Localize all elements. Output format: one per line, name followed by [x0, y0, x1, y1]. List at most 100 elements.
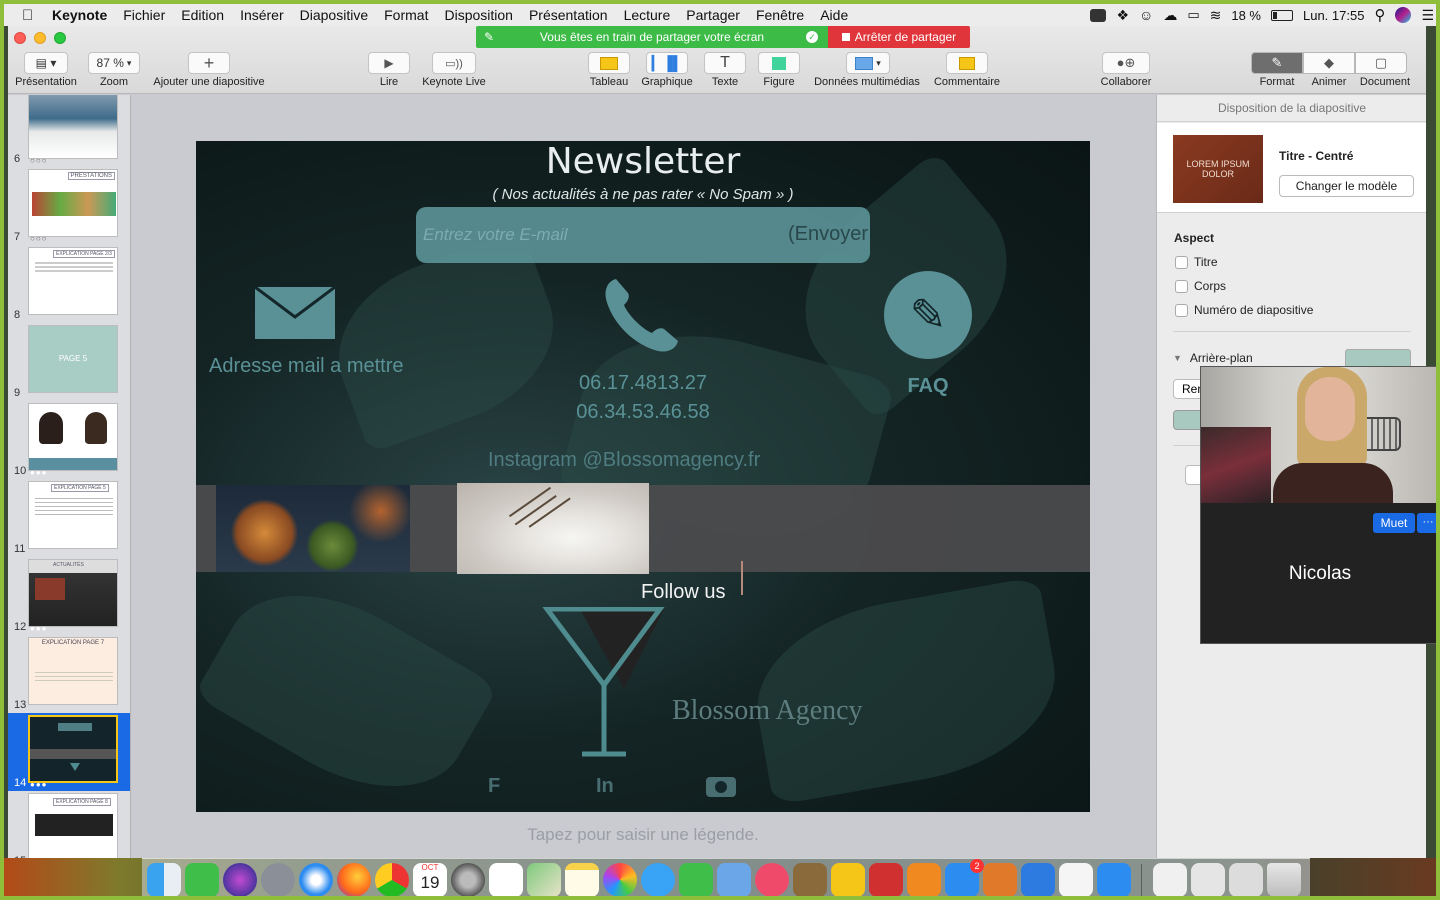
battery-icon[interactable]	[1270, 9, 1293, 21]
slide-thumbnail-11[interactable]: EXPLICATION PAGE 5 11	[8, 479, 130, 557]
menu-presentation[interactable]: Présentation	[529, 7, 608, 23]
disclosure-triangle-icon[interactable]: ▼	[1173, 353, 1182, 363]
siri-icon[interactable]	[223, 863, 257, 896]
cloud-icon[interactable]: ☁	[1163, 7, 1177, 24]
table-button[interactable]	[588, 52, 630, 74]
preview-icon[interactable]	[717, 863, 751, 896]
music-icon[interactable]	[755, 863, 789, 896]
checkbox-icon[interactable]	[1175, 279, 1188, 293]
checkbox-icon[interactable]	[1175, 255, 1188, 269]
slide-thumbnail-15[interactable]: EXPLICATION PAGE 8 ○○○ 15	[8, 791, 130, 858]
keynote-live-button[interactable]: ▭))	[432, 52, 476, 74]
screen-share-icon[interactable]	[1090, 8, 1107, 22]
document-tab[interactable]: ▢	[1355, 52, 1407, 74]
minimize-window-button[interactable]	[34, 32, 46, 44]
numbers-icon[interactable]	[679, 863, 713, 896]
menu-diapositive[interactable]: Diapositive	[300, 7, 368, 23]
clock[interactable]: Lun. 17:55	[1303, 8, 1364, 23]
safari-icon[interactable]	[299, 863, 333, 896]
menu-fenetre[interactable]: Fenêtre	[756, 7, 804, 23]
slide-thumbnail-13[interactable]: EXPLICATION PAGE 7 13	[8, 635, 130, 713]
facetime-icon[interactable]	[185, 863, 219, 896]
phone-number-2[interactable]: 06.34.53.46.58	[536, 401, 750, 424]
background-section[interactable]: ▼ Arrière-plan	[1173, 351, 1253, 365]
airplay-icon[interactable]: ▭	[1187, 7, 1199, 23]
linkedin-icon[interactable]: In	[596, 775, 614, 798]
m-app-icon[interactable]	[831, 863, 865, 896]
video-call-window[interactable]: Muet ··· Nicolas	[1200, 366, 1436, 644]
zoom-select[interactable]: 87 % ▾	[88, 52, 140, 74]
menu-disposition[interactable]: Disposition	[444, 7, 512, 23]
instagram-label[interactable]: Instagram @Blossomagency.fr	[488, 449, 760, 472]
checkbox-title[interactable]: Titre	[1175, 255, 1218, 269]
menu-format[interactable]: Format	[384, 7, 428, 23]
game-icon[interactable]	[869, 863, 903, 896]
mute-button[interactable]: Muet	[1373, 513, 1415, 533]
maps-icon[interactable]	[527, 863, 561, 896]
desktop-stack-icon[interactable]	[1229, 863, 1263, 896]
pencil-icon[interactable]: ✎	[484, 30, 494, 44]
reminders-icon[interactable]	[489, 863, 523, 896]
wifi-icon[interactable]: ≋	[1210, 7, 1222, 24]
launchpad-icon[interactable]	[261, 863, 295, 896]
garageband-icon[interactable]	[983, 863, 1017, 896]
slide-title[interactable]: Newsletter	[196, 141, 1090, 182]
slide-caption[interactable]: Tapez pour saisir une légende.	[196, 825, 1090, 845]
slide-thumbnail-12[interactable]: ACTUALITÉS ●●● 12	[8, 557, 130, 635]
media-button[interactable]: ▾	[846, 52, 890, 74]
menu-fichier[interactable]: Fichier	[123, 7, 165, 23]
menu-aide[interactable]: Aide	[820, 7, 848, 23]
follow-us-label[interactable]: Follow us	[641, 581, 725, 604]
comment-button[interactable]	[946, 52, 988, 74]
slide-thumbnail-7[interactable]: PRESTATIONS ○○○ 7	[8, 167, 130, 245]
shape-button[interactable]	[758, 52, 800, 74]
play-button[interactable]: ▶	[368, 52, 410, 74]
collaborate-button[interactable]: ●⊕	[1102, 52, 1150, 74]
slide-thumbnail-14[interactable]: ●●● 14	[8, 713, 130, 791]
layout-thumbnail[interactable]: LOREM IPSUM DOLOR	[1173, 135, 1263, 203]
slide-thumbnail-6[interactable]: ○○○ 6	[8, 95, 130, 167]
format-tab[interactable]: ✎	[1251, 52, 1303, 74]
menu-app-name[interactable]: Keynote	[52, 7, 107, 23]
phone-number-1[interactable]: 06.17.4813.27	[536, 372, 750, 395]
photos-icon[interactable]	[603, 863, 637, 896]
checkbox-icon[interactable]	[1175, 303, 1188, 317]
facebook-icon[interactable]: F	[488, 775, 500, 798]
slide-thumbnail-8[interactable]: EXPLICATION PAGE 2/3 8	[8, 245, 130, 323]
books-icon[interactable]	[907, 863, 941, 896]
chrome-icon[interactable]	[375, 863, 409, 896]
slide-thumbnail-10[interactable]: ●●● 10	[8, 401, 130, 479]
slide-thumbnail-9[interactable]: PAGE 5 9	[8, 323, 130, 401]
chart-button[interactable]: ▎▐▌	[646, 52, 688, 74]
status-face-icon[interactable]: ☺	[1139, 7, 1153, 23]
faq-label[interactable]: FAQ	[884, 375, 972, 398]
notes-icon[interactable]	[565, 863, 599, 896]
menu-inserer[interactable]: Insérer	[240, 7, 284, 23]
finder-icon[interactable]	[147, 863, 181, 896]
more-options-button[interactable]: ···	[1417, 513, 1436, 533]
slide-subtitle[interactable]: ( Nos actualités à ne pas rater « No Spa…	[196, 186, 1090, 203]
send-button[interactable]: (Envoyer	[788, 223, 868, 246]
add-slide-button[interactable]: +	[188, 52, 230, 74]
food-image[interactable]	[216, 485, 410, 572]
checkbox-slide-number[interactable]: Numéro de diapositive	[1175, 303, 1313, 317]
animate-tab[interactable]: ◆	[1303, 52, 1355, 74]
camera-icon[interactable]	[706, 777, 736, 797]
menu-partager[interactable]: Partager	[686, 7, 740, 23]
firefox-icon[interactable]	[337, 863, 371, 896]
text-button[interactable]: T	[704, 52, 746, 74]
view-button[interactable]: ▤ ▾	[24, 52, 68, 74]
system-preferences-icon[interactable]	[451, 863, 485, 896]
mail-label[interactable]: Adresse mail a mettre	[209, 355, 404, 378]
apple-menu-icon[interactable]: 	[22, 7, 42, 24]
change-layout-button[interactable]: Changer le modèle	[1279, 175, 1414, 197]
checkbox-body[interactable]: Corps	[1175, 279, 1226, 293]
spotlight-search-icon[interactable]: ⚲	[1374, 6, 1385, 24]
messages-icon[interactable]	[641, 863, 675, 896]
slide-canvas[interactable]: Newsletter ( Nos actualités à ne pas rat…	[196, 141, 1090, 812]
notification-center-icon[interactable]: ☰	[1421, 7, 1434, 24]
dropbox-icon[interactable]: ❖	[1116, 7, 1129, 24]
trash-icon[interactable]	[1267, 863, 1301, 896]
zoom-icon[interactable]	[1097, 863, 1131, 896]
pages-icon[interactable]	[1059, 863, 1093, 896]
